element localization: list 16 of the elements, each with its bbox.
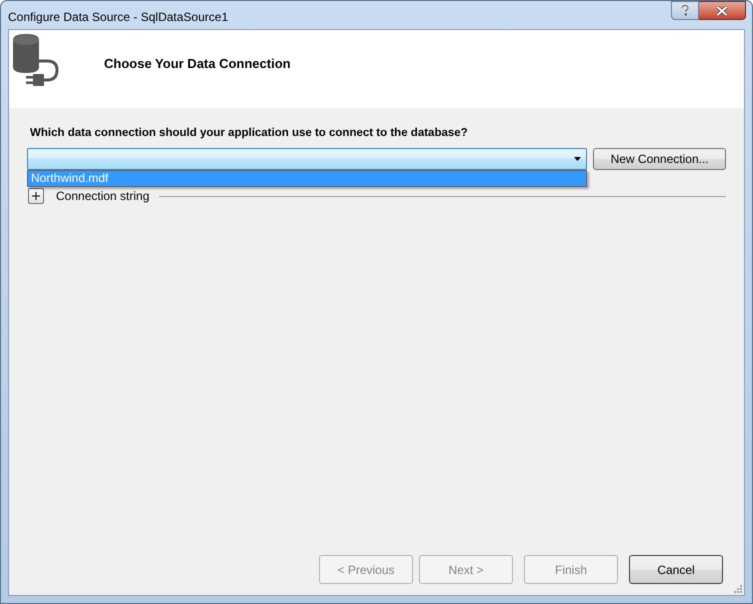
wizard-button[interactable]: Cancel — [629, 555, 723, 584]
help-icon — [681, 5, 689, 16]
window-title: Configure Data Source - SqlDataSource1 — [8, 9, 228, 26]
help-button[interactable] — [671, 1, 699, 20]
connection-dropdown[interactable] — [27, 148, 588, 170]
new-connection-button[interactable]: New Connection... — [593, 148, 726, 170]
plus-icon — [32, 192, 40, 200]
expand-toggle[interactable] — [28, 188, 44, 204]
connection-string-label: Connection string — [56, 188, 150, 205]
header-title: Choose Your Data Connection — [104, 55, 291, 73]
resize-grip-icon — [733, 584, 742, 593]
dropdown-option[interactable]: Northwind.mdf — [28, 171, 586, 186]
close-icon — [716, 6, 728, 16]
dropdown-arrow-icon — [574, 157, 582, 161]
close-button[interactable] — [699, 1, 746, 20]
question-label: Which data connection should your application use to connect to the database? — [30, 126, 469, 141]
